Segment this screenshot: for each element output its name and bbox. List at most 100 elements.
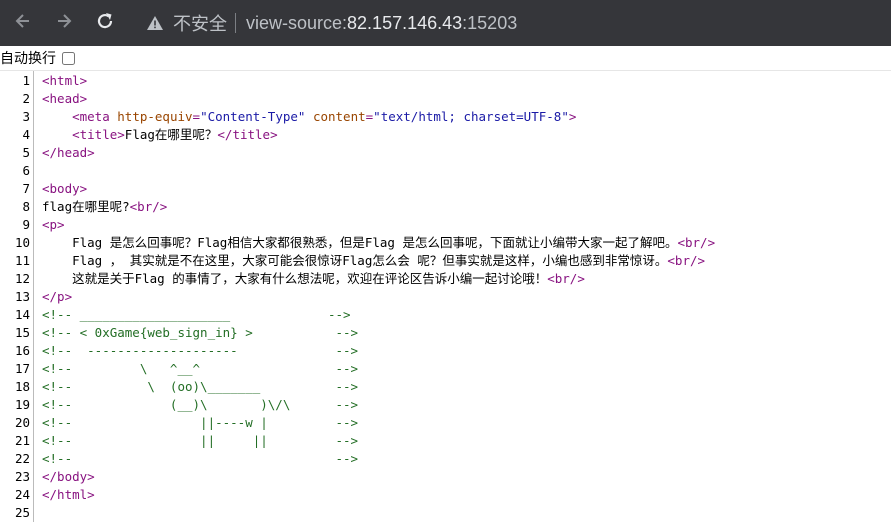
line-number: 22 [14,451,30,466]
arrow-left-icon [15,14,29,28]
line-number: 14 [14,307,30,322]
source-token: <p> [42,217,65,232]
source-token: <br/> [667,253,706,268]
omnibox-divider [235,13,236,33]
line-number: 20 [14,415,30,430]
source-line: <!-- -------------------- --> [42,342,891,360]
line-number: 19 [14,397,30,412]
source-token: <!-- \ (oo)\_______ --> [42,379,359,394]
line-number: 9 [22,217,30,232]
line-number: 18 [14,379,30,394]
address-bar[interactable]: 不安全 view-source: 82.157.146.43 :15203 [138,4,891,42]
line-number: 5 [22,145,30,160]
source-token: flag在哪里呢? [42,199,130,214]
forward-button[interactable] [53,10,75,32]
source-line: </html> [42,486,891,504]
source-token: <!-- (__)\ )\/\ --> [42,397,359,412]
line-wrap-label: 自动换行 [0,51,56,67]
browser-toolbar: 不安全 view-source: 82.157.146.43 :15203 [0,0,891,46]
source-token: <br/> [129,199,168,214]
line-wrap-checkbox[interactable] [62,51,75,65]
source-token: </html> [42,487,95,502]
source-line: Flag 是怎么回事呢？Flag相信大家都很熟悉，但是Flag 是怎么回事呢，下… [42,234,891,252]
line-number: 1 [22,73,30,88]
line-number: 6 [22,163,30,178]
source-token: </body> [42,469,95,484]
source-line: <meta http-equiv="Content-Type" content=… [42,108,891,126]
line-number: 15 [14,325,30,340]
line-number: 7 [22,181,30,196]
url-scheme: view-source: [246,12,348,33]
source-token: <html> [42,73,88,88]
line-number: 13 [14,289,30,304]
source-line: <head> [42,90,891,108]
url-host: 82.157.146.43 [347,12,463,33]
source-token: "Content-Type" [200,109,306,124]
source-viewer: 1 2 3 4 5 6 7 8 9 10 11 12 13 14 15 16 17 18 19 20 21 22 23 24 2… [0,71,891,522]
source-line [42,162,891,180]
source-token: > [568,109,577,124]
source-token: "text/html; charset=UTF-8" [373,109,569,124]
source-line: <!-- < 0xGame{web_sign_in} > --> [42,324,891,342]
source-line: </body> [42,468,891,486]
source-token: http-equiv [117,109,193,124]
source-token: <!-- -------------------- --> [42,343,359,358]
source-token: = [192,109,201,124]
line-number: 3 [22,109,30,124]
source-token: <body> [42,181,88,196]
source-lines: <html> <head> <meta http-equiv="Content-T… [42,71,891,522]
source-token: <!-- --> [42,451,359,466]
line-number: 10 [14,235,30,250]
line-number: 8 [22,199,30,214]
source-line: </p> [42,288,891,306]
source-token [42,109,72,124]
source-token: content [312,109,366,124]
source-token [305,109,313,124]
source-token: <head> [42,91,88,106]
source-token: <!-- \ ^__^ --> [42,361,359,376]
source-line: Flag ， 其实就是不在这里，大家可能会很惊讶Flag怎么会 呢？但事实就是这… [42,252,891,270]
line-number: 4 [22,127,30,142]
source-token [42,127,72,142]
reload-icon [97,13,113,29]
security-label[interactable]: 不安全 [173,10,227,36]
source-token: Flag在哪里呢？ [124,127,218,142]
source-token: <title> [72,127,125,142]
line-number: 23 [14,469,30,484]
source-line: flag在哪里呢?<br/> [42,198,891,216]
source-token: </head> [42,145,95,160]
source-token: <meta [72,109,118,124]
line-number: 17 [14,361,30,376]
source-line: <body> [42,180,891,198]
line-number: 25 [14,505,30,520]
source-token: <!-- || || --> [42,433,359,448]
line-number: 11 [14,253,30,268]
source-token: <!-- ____________________ --> [42,307,351,322]
source-token: <!-- < 0xGame{web_sign_in} > --> [42,325,359,340]
line-number: 16 [14,343,30,358]
source-token: Flag ， 其实就是不在这里，大家可能会很惊讶Flag怎么会 呢？但事实就是这… [42,253,668,268]
source-line: <title>Flag在哪里呢？</title> [42,126,891,144]
line-number: 12 [14,271,30,286]
arrow-right-icon [58,14,72,28]
line-number: 2 [22,91,30,106]
source-line: <!-- || || --> [42,432,891,450]
source-token: </p> [42,289,73,304]
source-line: </head> [42,144,891,162]
line-number: 24 [14,487,30,502]
source-token: Flag 是怎么回事呢？Flag相信大家都很熟悉，但是Flag 是怎么回事呢，下… [42,235,678,250]
source-line: <!-- (__)\ )\/\ --> [42,396,891,414]
source-line [42,504,891,522]
source-line: <!-- ____________________ --> [42,306,891,324]
source-line: 这就是关于Flag 的事情了，大家有什么想法呢，欢迎在评论区告诉小编一起讨论哦！… [42,270,891,288]
source-line: <p> [42,216,891,234]
source-token: <br/> [547,271,585,286]
source-line: <!-- \ ^__^ --> [42,360,891,378]
reload-button[interactable] [94,10,116,32]
line-wrap-bar: 自动换行 [0,46,891,71]
source-token: <!-- ||----w | --> [42,415,359,430]
source-line: <html> [42,72,891,90]
warning-triangle-icon[interactable] [146,14,164,32]
back-button[interactable] [12,10,34,32]
url-port: :15203 [462,12,518,33]
